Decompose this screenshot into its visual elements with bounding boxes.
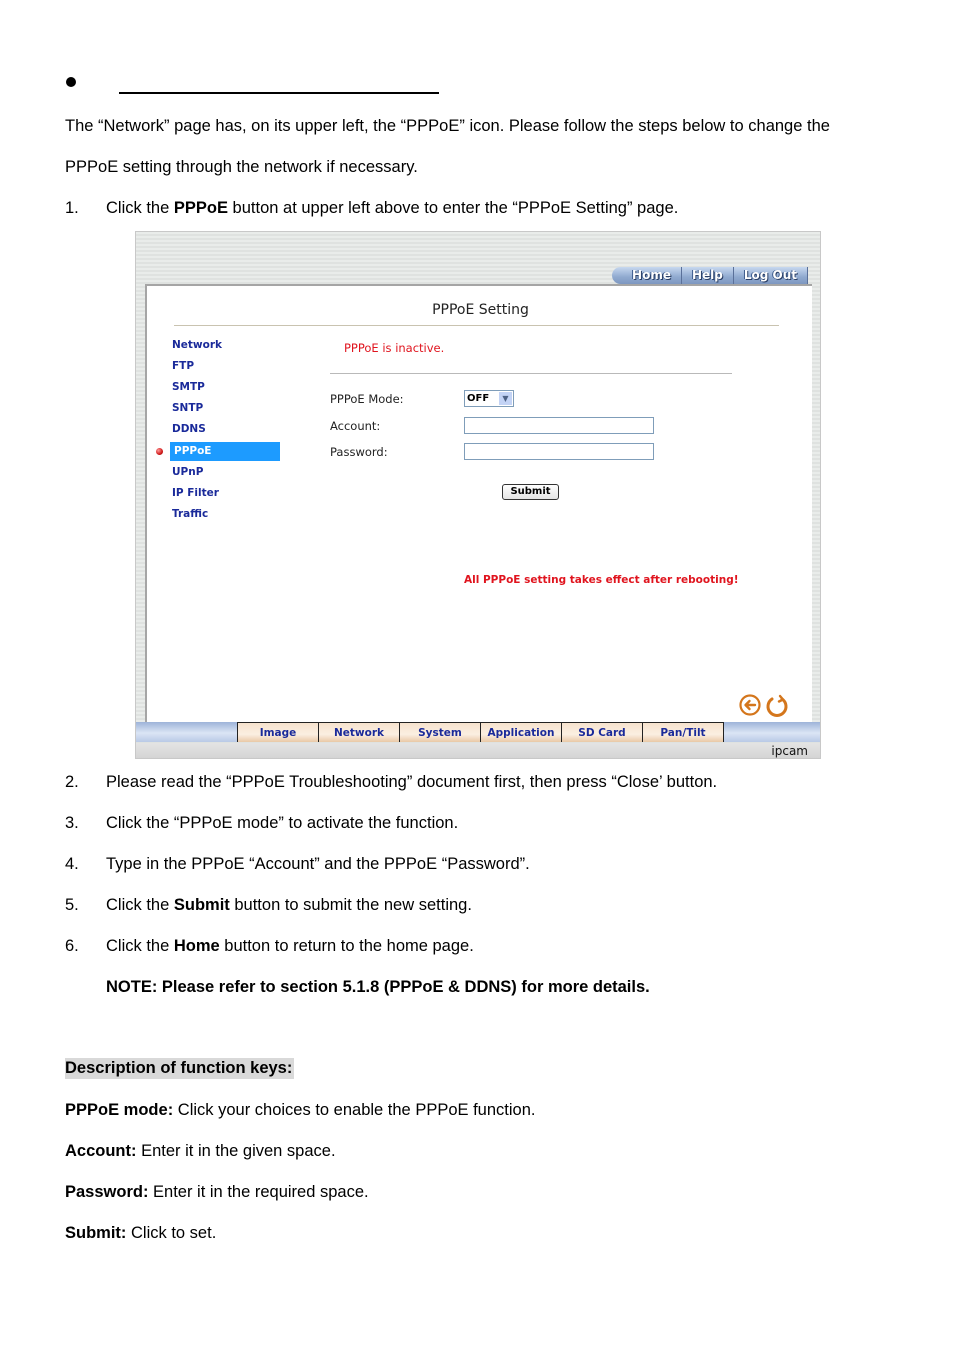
section-heading-underline	[119, 92, 439, 94]
tab-image[interactable]: Image	[237, 722, 318, 742]
home-button[interactable]: Home	[612, 267, 682, 284]
menu-item-pppoe[interactable]: PPPoE	[170, 442, 280, 461]
step-6: Click the Home button to return to the h…	[106, 936, 474, 956]
step-2: Please read the “PPPoE Troubleshooting” …	[106, 773, 718, 791]
step-text: button at upper left above to enter the …	[227, 199, 679, 217]
account-label: Account:	[330, 419, 381, 433]
status-bar	[136, 743, 820, 758]
description-item: PPPoE mode: Click your choices to enable…	[65, 1100, 535, 1120]
step-3: Click the “PPPoE mode” to activate the f…	[106, 814, 459, 832]
description-text: Click to set.	[126, 1224, 217, 1242]
help-button[interactable]: Help	[681, 267, 734, 284]
bullet-icon	[66, 77, 76, 87]
step-5: Click the Submit button to submit the ne…	[106, 895, 472, 915]
pppoe-mode-label: PPPoE Mode:	[330, 392, 404, 406]
step-text: button to submit the new setting.	[229, 896, 472, 914]
description-heading: Description of function keys:	[65, 1058, 295, 1079]
step-number: 6.	[65, 937, 79, 955]
page-title: PPPoE Setting	[432, 302, 529, 318]
password-input[interactable]	[464, 443, 654, 460]
pppoe-mode-value: OFF	[467, 393, 490, 404]
step-text: button to return to the home page.	[219, 937, 474, 955]
logout-button[interactable]: Log Out	[733, 267, 808, 284]
status-message: PPPoE is inactive.	[344, 341, 445, 355]
tab-pan-tilt[interactable]: Pan/Tilt	[642, 722, 724, 742]
description-item: Submit: Click to set.	[65, 1223, 216, 1243]
menu-item-sntp[interactable]: SNTP	[170, 399, 280, 418]
step-number: 2.	[65, 773, 79, 791]
step-4: Type in the PPPoE “Account” and the PPPo…	[106, 855, 530, 873]
settings-panel: PPPoE Setting Network FTP SMTP SNTP DDNS…	[145, 284, 812, 722]
active-indicator-icon	[156, 448, 163, 455]
tab-application[interactable]: Application	[480, 722, 561, 742]
pppoe-mode-select[interactable]: OFF ▼	[464, 390, 514, 407]
description-item: Password: Enter it in the required space…	[65, 1182, 369, 1202]
submit-button[interactable]: Submit	[502, 484, 559, 500]
refresh-icon[interactable]	[765, 694, 789, 718]
intro-line-1: The “Network” page has, on its upper lef…	[65, 117, 830, 135]
menu-item-ip-filter[interactable]: IP Filter	[170, 484, 280, 503]
description-text: Enter it in the given space.	[136, 1142, 336, 1160]
tab-network[interactable]: Network	[318, 722, 399, 742]
reboot-warning: All PPPoE setting takes effect after reb…	[464, 574, 739, 586]
pppoe-settings-screenshot: Home Help Log Out PPPoE Setting Network …	[135, 231, 821, 759]
menu-item-smtp[interactable]: SMTP	[170, 378, 280, 397]
account-input[interactable]	[464, 417, 654, 434]
step-keyword: Submit	[173, 896, 230, 914]
description-key: Submit:	[65, 1224, 127, 1242]
menu-item-ddns[interactable]: DDNS	[170, 420, 280, 439]
step-text: Click the	[106, 937, 174, 955]
step-number: 4.	[65, 855, 79, 873]
tab-system[interactable]: System	[399, 722, 480, 742]
device-name: ipcam	[771, 744, 808, 758]
top-nav: Home Help Log Out	[612, 267, 808, 284]
step-text: Click the	[106, 199, 174, 217]
status-divider	[330, 373, 732, 374]
step-number: 1.	[65, 199, 79, 217]
title-divider	[174, 325, 779, 326]
chevron-down-icon[interactable]: ▼	[499, 392, 512, 405]
back-arrow-icon[interactable]	[739, 694, 761, 716]
intro-line-2: PPPoE setting through the network if nec…	[65, 158, 418, 176]
menu-item-traffic[interactable]: Traffic	[170, 505, 280, 524]
step-text: Click the	[106, 896, 174, 914]
description-text: Click your choices to enable the PPPoE f…	[173, 1101, 536, 1119]
menu-item-ftp[interactable]: FTP	[170, 357, 280, 376]
tab-sd-card[interactable]: SD Card	[561, 722, 642, 742]
step-number: 5.	[65, 896, 79, 914]
description-key: Account:	[65, 1142, 137, 1160]
step-number: 3.	[65, 814, 79, 832]
note: NOTE: Please refer to section 5.1.8 (PPP…	[106, 978, 650, 996]
menu-item-network[interactable]: Network	[170, 336, 280, 355]
step-keyword: Home	[173, 937, 220, 955]
description-text: Enter it in the required space.	[148, 1183, 369, 1201]
step-keyword: PPPoE	[173, 199, 228, 217]
description-key: PPPoE mode:	[65, 1101, 174, 1119]
step-1: Click the PPPoE button at upper left abo…	[106, 198, 678, 218]
password-label: Password:	[330, 445, 388, 459]
description-key: Password:	[65, 1183, 149, 1201]
description-item: Account: Enter it in the given space.	[65, 1141, 336, 1161]
menu-item-upnp[interactable]: UPnP	[170, 463, 280, 482]
